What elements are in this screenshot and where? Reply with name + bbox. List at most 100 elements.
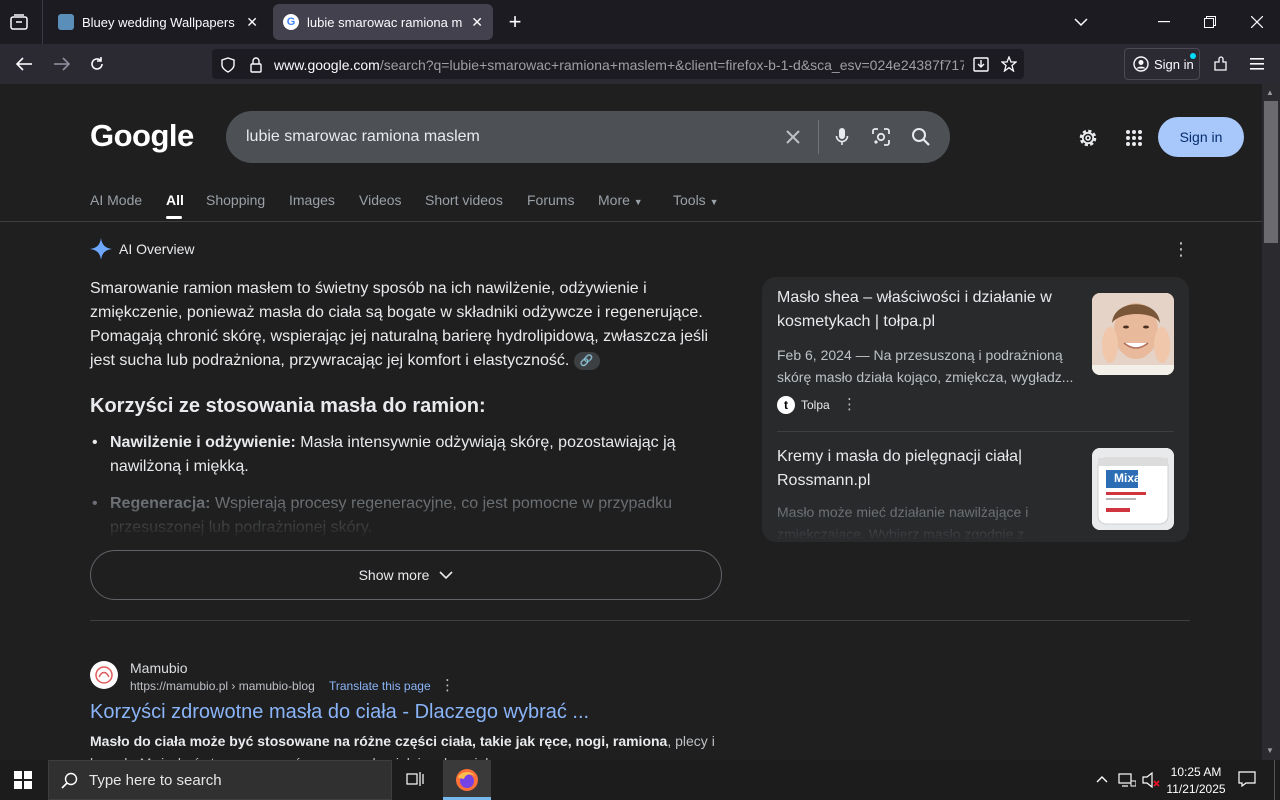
tab-shopping[interactable]: Shopping <box>206 192 265 208</box>
clear-search-icon[interactable] <box>782 127 804 147</box>
chevron-up-icon[interactable] <box>1096 772 1108 786</box>
taskbar-search-box[interactable]: Type here to search <box>48 760 392 800</box>
show-more-button[interactable]: Show more <box>90 550 722 600</box>
bookmark-star-icon[interactable] <box>998 54 1020 74</box>
extensions-icon[interactable] <box>1210 54 1232 74</box>
search-divider <box>818 120 819 154</box>
shield-icon[interactable] <box>218 55 238 75</box>
new-tab-button[interactable]: + <box>504 9 526 34</box>
scroll-down-arrow-icon[interactable]: ▼ <box>1266 746 1274 755</box>
bullet-bold: Nawilżenie i odżywienie: <box>110 434 296 451</box>
scrollbar-thumb[interactable] <box>1264 101 1278 243</box>
google-favicon-icon: G <box>283 14 299 30</box>
window-close-icon[interactable] <box>1245 12 1269 32</box>
tab-forums[interactable]: Forums <box>527 192 574 208</box>
tab-overview-icon[interactable] <box>8 12 30 32</box>
close-icon[interactable]: ✕ <box>246 14 258 31</box>
lens-camera-icon[interactable] <box>870 126 892 148</box>
search-icon <box>61 772 78 793</box>
google-apps-icon[interactable] <box>1124 128 1144 148</box>
snippet-bold: Masło do ciała może być stosowane na róż… <box>90 733 668 749</box>
tab-title: lubie smarowac ramiona masle <box>307 14 463 30</box>
reload-icon[interactable] <box>85 54 109 74</box>
result-title-link[interactable]: Korzyści zdrowotne masła do ciała - Dlac… <box>90 701 589 724</box>
source-1-title[interactable]: Masło shea – właściwości i działanie w k… <box>777 286 1077 334</box>
tab-all[interactable]: All <box>166 192 184 208</box>
tab-images[interactable]: Images <box>289 192 335 208</box>
firefox-account-button[interactable]: Sign in <box>1124 48 1200 80</box>
save-to-pocket-icon[interactable] <box>970 54 992 74</box>
settings-gear-icon[interactable] <box>1076 126 1100 150</box>
more-options-icon[interactable]: ⋮ <box>440 676 455 694</box>
notifications-icon[interactable] <box>1238 771 1258 789</box>
url-text[interactable]: www.google.com/search?q=lubie+smarowac+r… <box>274 57 964 73</box>
close-icon[interactable]: ✕ <box>471 14 483 31</box>
tab-more[interactable]: More ▼ <box>598 192 643 208</box>
dropdown-caret-icon: ▼ <box>709 197 719 207</box>
result-url[interactable]: https://mamubio.pl › mamubio-blog <box>130 679 315 693</box>
ai-overview-text: Smarowanie ramion masłem to świetny spos… <box>90 280 709 369</box>
clock-time: 10:25 AM <box>1170 765 1222 779</box>
network-icon[interactable] <box>1118 772 1137 788</box>
tab-google-search[interactable]: G lubie smarowac ramiona masle ✕ <box>273 4 493 40</box>
source-2-title[interactable]: Kremy i masła do pielęgnacji ciała| Ross… <box>777 445 1077 493</box>
windows-start-icon[interactable] <box>14 771 34 789</box>
task-view-icon[interactable] <box>406 771 426 789</box>
source-2-thumbnail[interactable]: Mixa <box>1092 448 1174 530</box>
google-sign-in-button[interactable]: Sign in <box>1158 117 1244 157</box>
tab-title: Bluey wedding Wallpapers - Blu <box>82 14 238 30</box>
source-2-snippet: Masło może mieć działanie nawilżające i … <box>777 504 1036 541</box>
tab-divider <box>42 0 43 44</box>
forward-icon[interactable] <box>50 54 74 74</box>
result-site-name[interactable]: Mamubio <box>130 660 188 676</box>
scroll-up-arrow-icon[interactable]: ▲ <box>1266 88 1274 97</box>
ai-bullet-2: • Regeneracja: Wspierają procesy regener… <box>90 492 715 540</box>
browser-tab-strip: Bluey wedding Wallpapers - Blu ✕ G lubie… <box>0 0 1280 44</box>
more-label: More <box>598 192 630 208</box>
microphone-icon[interactable] <box>832 126 852 148</box>
more-options-icon[interactable]: ⋮ <box>1172 240 1190 260</box>
mamubio-favicon-icon[interactable] <box>90 661 118 689</box>
firefox-icon <box>456 769 478 791</box>
restore-icon[interactable] <box>1198 12 1222 32</box>
show-more-label: Show more <box>358 567 430 583</box>
ai-overview-label: AI Overview <box>119 241 195 257</box>
menu-icon[interactable] <box>1246 54 1268 74</box>
list-all-tabs-icon[interactable] <box>1070 12 1092 32</box>
active-tab-indicator <box>166 216 182 219</box>
source-1-snippet: Feb 6, 2024 — Na przesuszoną i podrażnio… <box>777 347 1074 385</box>
search-icon[interactable] <box>910 126 932 148</box>
firefox-taskbar-button[interactable] <box>443 760 491 800</box>
system-clock[interactable]: 10:25 AM 11/21/2025 <box>1166 764 1226 798</box>
more-options-icon[interactable]: ⋮ <box>842 395 857 413</box>
dropdown-caret-icon: ▼ <box>633 197 643 207</box>
tab-ai-mode[interactable]: AI Mode <box>90 192 142 208</box>
mixa-jar-image <box>1092 448 1174 530</box>
show-desktop-button[interactable] <box>1274 760 1275 800</box>
taskbar-search-placeholder: Type here to search <box>89 771 222 789</box>
clock-date: 11/21/2025 <box>1166 782 1226 796</box>
volume-muted-icon[interactable] <box>1142 771 1160 789</box>
search-input[interactable]: lubie smarowac ramiona maslem <box>246 128 480 146</box>
tab-videos[interactable]: Videos <box>359 192 402 208</box>
notification-dot-icon <box>1190 53 1196 59</box>
url-path: /search?q=lubie+smarowac+ramiona+maslem+… <box>379 57 964 73</box>
ai-overview-heading: Korzyści ze stosowania masła do ramion: <box>90 395 486 417</box>
ai-sparkle-icon <box>90 238 112 260</box>
tab-bluey-wallpapers[interactable]: Bluey wedding Wallpapers - Blu ✕ <box>48 4 268 40</box>
source-1-thumbnail[interactable] <box>1092 293 1174 375</box>
source-divider <box>777 431 1174 432</box>
back-icon[interactable] <box>12 54 36 74</box>
mixa-brand-label: Mixa <box>1114 471 1141 485</box>
minimize-icon[interactable] <box>1152 12 1176 32</box>
account-icon <box>1133 56 1149 72</box>
google-logo[interactable]: Google <box>90 118 194 154</box>
tab-short-videos[interactable]: Short videos <box>425 192 503 208</box>
source-1-site[interactable]: Tolpa <box>801 398 830 412</box>
link-chip-icon[interactable]: 🔗 <box>573 351 600 370</box>
lock-icon[interactable] <box>246 55 266 75</box>
translate-page-link[interactable]: Translate this page <box>329 679 431 693</box>
bullet-dot: • <box>92 434 98 451</box>
tab-tools[interactable]: Tools ▼ <box>673 192 719 208</box>
chevron-down-icon <box>439 571 453 579</box>
